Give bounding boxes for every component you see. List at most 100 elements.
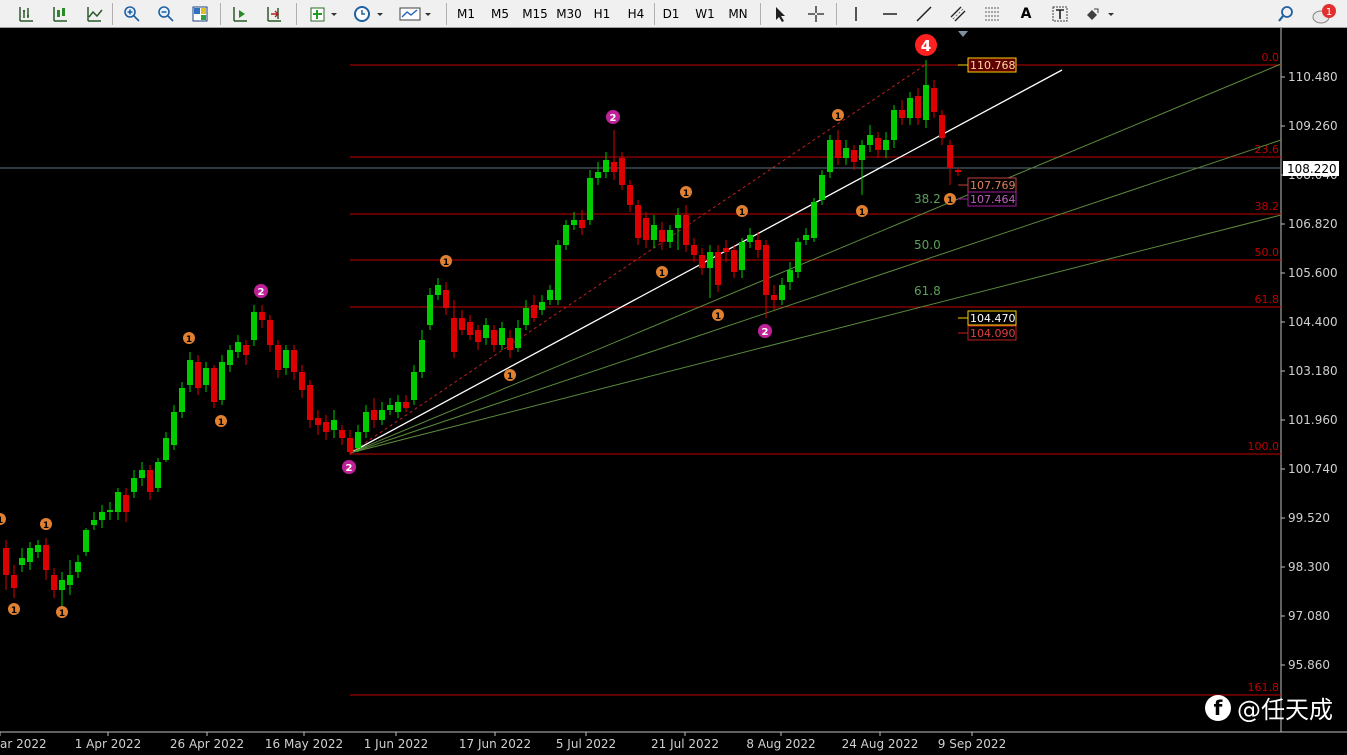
- timeframe-mn[interactable]: MN: [722, 3, 754, 25]
- equidistant-channel-icon[interactable]: [946, 3, 970, 25]
- candle-body: [139, 470, 145, 478]
- horizontal-line-icon[interactable]: [878, 3, 902, 25]
- candle-body: [459, 318, 465, 330]
- time-label: 24 Aug 2022: [842, 737, 919, 751]
- candle-body: [539, 302, 545, 310]
- autoscroll-icon[interactable]: [228, 3, 252, 25]
- candle-body: [411, 372, 417, 400]
- fan-label: 38.2: [914, 192, 941, 206]
- candle-body: [491, 330, 497, 345]
- candle-body: [667, 230, 673, 242]
- price-label: 97.080: [1288, 609, 1330, 623]
- candle-body: [483, 325, 489, 338]
- fib-level-label: 50.0: [1255, 246, 1280, 259]
- candle-body: [131, 478, 137, 492]
- candle-body: [867, 135, 873, 145]
- candle-body: [787, 270, 793, 282]
- candle-body: [803, 235, 809, 240]
- zoom-out-icon[interactable]: [154, 3, 178, 25]
- period-clock-icon[interactable]: [350, 3, 388, 25]
- price-chart[interactable]: 110.480109.260108.040106.820105.600104.4…: [0, 28, 1347, 755]
- text-label-icon[interactable]: [1048, 3, 1072, 25]
- search-icon[interactable]: [1274, 3, 1298, 25]
- arrows-icon[interactable]: [1082, 3, 1120, 25]
- candle-body: [235, 342, 241, 352]
- candle-body: [107, 510, 113, 512]
- candle-body: [275, 345, 281, 370]
- candle-body: [771, 295, 777, 300]
- timeframe-m1[interactable]: M1: [451, 3, 481, 25]
- crosshair-icon[interactable]: [804, 3, 828, 25]
- notification-icon[interactable]: 1: [1310, 3, 1340, 25]
- price-tag-label: 107.464: [970, 193, 1016, 206]
- price-label: 99.520: [1288, 511, 1330, 525]
- candle-body: [43, 545, 49, 570]
- timeframe-w1[interactable]: W1: [690, 3, 720, 25]
- candle-body: [619, 158, 625, 185]
- wave-marker-1-label: 1: [715, 312, 721, 322]
- text-icon[interactable]: A: [1014, 3, 1038, 25]
- time-label: ar 2022: [0, 737, 47, 751]
- time-label: 8 Aug 2022: [746, 737, 815, 751]
- wave-marker-1-label: 1: [947, 196, 953, 206]
- time-label: 5 Jul 2022: [556, 737, 616, 751]
- wave-marker-2-label: 2: [610, 113, 617, 124]
- candle-body: [75, 562, 81, 572]
- candle-body: [283, 350, 289, 368]
- candle-body: [323, 422, 329, 432]
- vertical-line-icon[interactable]: [844, 3, 868, 25]
- timeframe-d1[interactable]: D1: [656, 3, 686, 25]
- wave-marker-1-label: 1: [43, 521, 49, 531]
- candle-body: [83, 530, 89, 552]
- line-chart-icon[interactable]: [82, 3, 106, 25]
- zoom-in-icon[interactable]: [120, 3, 144, 25]
- time-label: 1 Jun 2022: [364, 737, 429, 751]
- candle-body: [379, 410, 385, 420]
- candle-body: [827, 140, 833, 172]
- candle-body: [59, 580, 65, 590]
- notification-count: 1: [1326, 7, 1332, 18]
- wave-marker-1-label: 1: [11, 606, 17, 616]
- cursor-icon[interactable]: [768, 3, 792, 25]
- candlestick-icon[interactable]: [48, 3, 72, 25]
- candle-body: [267, 320, 273, 345]
- candle-body: [699, 255, 705, 268]
- timeframe-m30[interactable]: M30: [553, 3, 585, 25]
- trendline-icon[interactable]: [912, 3, 936, 25]
- candle-body: [3, 548, 9, 575]
- wave-marker-1-label: 1: [683, 189, 689, 199]
- templates-icon[interactable]: [396, 3, 436, 25]
- toolbar: M1 M5 M15 M30 H1 H4 D1 W1 MN A 1: [0, 0, 1347, 28]
- chart-shift-icon[interactable]: [262, 3, 286, 25]
- candle-body: [779, 285, 785, 300]
- indicators-icon[interactable]: [306, 3, 342, 25]
- candle-body: [499, 328, 505, 345]
- candle-body: [427, 295, 433, 325]
- bar-chart-icon[interactable]: [14, 3, 38, 25]
- timeframe-h4[interactable]: H4: [621, 3, 651, 25]
- candle-body: [259, 312, 265, 320]
- wave-marker-4-label: 4: [921, 37, 931, 55]
- fibonacci-icon[interactable]: [980, 3, 1004, 25]
- candle-body: [939, 115, 945, 138]
- fan-line-500: [349, 139, 1282, 454]
- candle-body: [899, 110, 905, 118]
- wave-marker-1-label: 1: [218, 418, 224, 428]
- candle-body: [587, 178, 593, 220]
- fan-line-382: [349, 63, 1282, 454]
- candle-body: [251, 312, 257, 340]
- candle-body: [99, 512, 105, 520]
- fib-level-label: 0.0: [1262, 51, 1280, 64]
- tile-windows-icon[interactable]: [188, 3, 212, 25]
- watermark: f @任天成: [1205, 690, 1333, 725]
- timeframe-h1[interactable]: H1: [587, 3, 617, 25]
- candle-body: [307, 385, 313, 420]
- price-label: 100.740: [1288, 462, 1338, 476]
- candle-body: [123, 495, 129, 512]
- wave-marker-1-label: 1: [186, 335, 192, 345]
- timeframe-m15[interactable]: M15: [519, 3, 551, 25]
- candle-body: [507, 338, 513, 350]
- price-label: 101.960: [1288, 413, 1338, 427]
- timeframe-m5[interactable]: M5: [485, 3, 515, 25]
- time-label: 26 Apr 2022: [170, 737, 244, 751]
